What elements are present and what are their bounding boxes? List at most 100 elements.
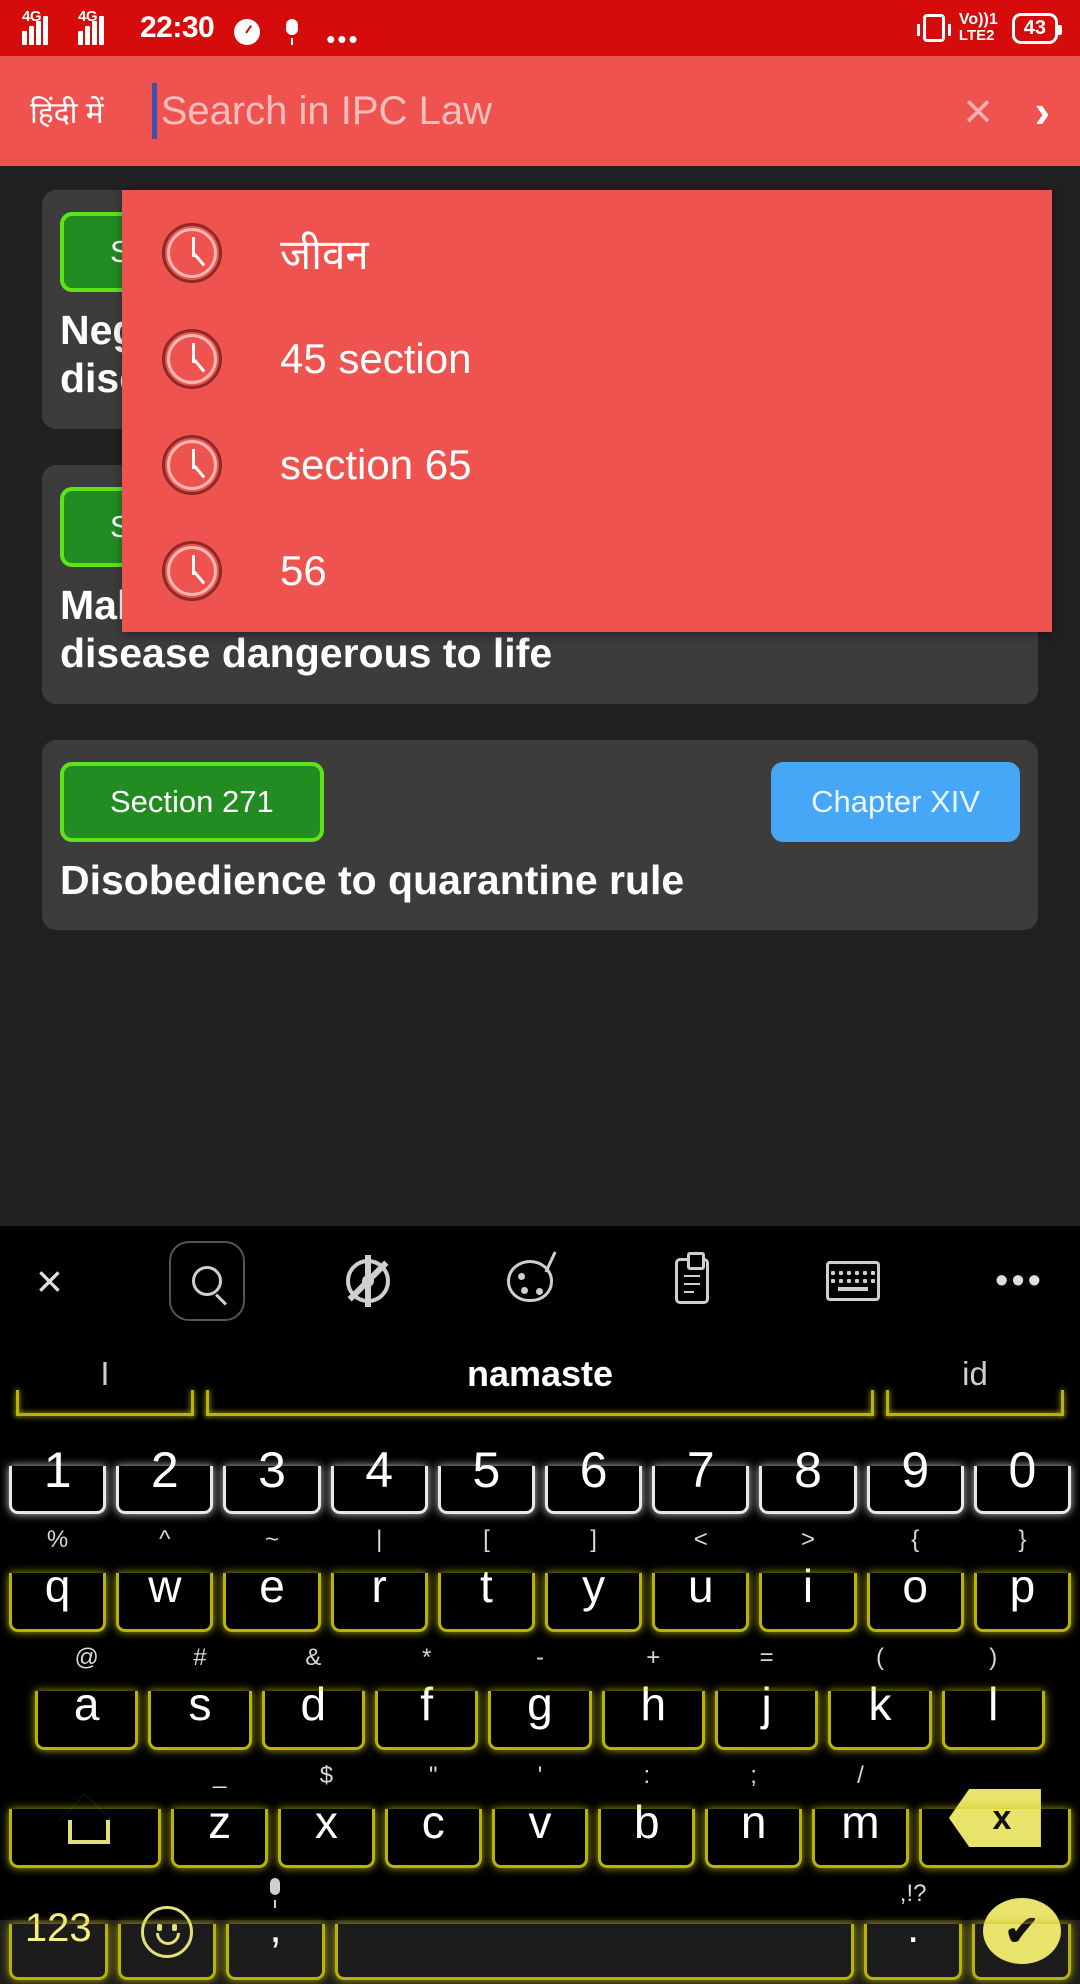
key-2[interactable]: 2 <box>114 1426 215 1514</box>
key-t[interactable]: [t <box>436 1522 537 1632</box>
key-h[interactable]: + h <box>600 1640 707 1750</box>
check-icon: ✔ <box>982 1898 1061 1964</box>
key-w[interactable]: ^ w <box>114 1522 215 1632</box>
emoji-key[interactable] <box>116 1876 219 1980</box>
key-z[interactable]: _ z <box>169 1758 270 1868</box>
key-label: f <box>420 1678 434 1730</box>
key-label: o <box>902 1560 929 1612</box>
more-icon: ••• <box>995 1260 1044 1302</box>
key-0[interactable]: 0 <box>972 1426 1073 1514</box>
shift-icon <box>56 1794 114 1844</box>
key-label: 8 <box>794 1442 822 1498</box>
suggestion-chip-selected[interactable]: namaste <box>206 1336 874 1422</box>
search-input[interactable]: Search in IPC Law <box>161 89 492 134</box>
keyboard-search-button[interactable] <box>126 1241 288 1321</box>
key-i[interactable]: > i <box>757 1522 858 1632</box>
suggestion-item[interactable]: 56 <box>122 518 1052 624</box>
suggestion-item[interactable]: section 65 <box>122 412 1052 518</box>
enter-key[interactable]: ✔ <box>970 1876 1073 1980</box>
backspace-key[interactable]: x <box>917 1758 1073 1868</box>
key-f[interactable]: * f <box>373 1640 480 1750</box>
history-clock-icon <box>162 435 222 495</box>
key-v[interactable]: ' v <box>490 1758 591 1868</box>
suggestion-item[interactable]: जीवन <box>122 200 1052 306</box>
battery-indicator: 43 <box>1011 12 1063 44</box>
keyboard-row-zxcv: _ z $ x " c ' v :b ; n / m x <box>0 1754 1080 1872</box>
keyboard-more-button[interactable]: ••• <box>934 1260 1044 1302</box>
key-a[interactable]: @ a <box>33 1640 140 1750</box>
key-b[interactable]: :b <box>596 1758 697 1868</box>
key-sup-label: < <box>693 1526 708 1553</box>
key-x[interactable]: $ x <box>276 1758 377 1868</box>
key-q[interactable]: % q <box>7 1522 108 1632</box>
key-7[interactable]: 7 <box>650 1426 751 1514</box>
key-6[interactable]: 6 <box>543 1426 644 1514</box>
key-label: u <box>688 1560 714 1612</box>
signal-bars-sim1-icon: 4G <box>22 8 68 45</box>
submit-search-icon[interactable]: › <box>1035 88 1050 134</box>
key-g[interactable]: -g <box>486 1640 593 1750</box>
key-9[interactable]: 9 <box>865 1426 966 1514</box>
key-c[interactable]: " c <box>383 1758 484 1868</box>
suggestion-chip[interactable]: I <box>16 1336 194 1422</box>
language-toggle-button[interactable]: हिंदी में <box>30 91 104 132</box>
key-4[interactable]: 4 <box>329 1426 430 1514</box>
keyboard-suggestion-strip: I namaste id <box>0 1336 1080 1422</box>
key-label: t <box>480 1560 493 1612</box>
key-l[interactable]: ) l <box>940 1640 1047 1750</box>
key-sup-label: ] <box>590 1526 597 1553</box>
key-r[interactable]: | r <box>329 1522 430 1632</box>
key-k[interactable]: (k <box>826 1640 933 1750</box>
keyboard-settings-button[interactable] <box>288 1255 450 1307</box>
result-card[interactable]: Section 271 Chapter XIV Disobedience to … <box>42 739 1038 930</box>
network-type-sim2-label: 4G <box>78 8 98 25</box>
keyboard-clipboard-button[interactable] <box>611 1252 773 1304</box>
key-e[interactable]: ~ e <box>221 1522 322 1632</box>
keyboard-layout-button[interactable] <box>772 1261 934 1301</box>
suggestion-item[interactable]: 45 section <box>122 306 1052 412</box>
key-y[interactable]: ] y <box>543 1522 644 1632</box>
shift-key[interactable] <box>7 1758 163 1868</box>
key-1[interactable]: 1 <box>7 1426 108 1514</box>
key-label: j <box>761 1678 772 1730</box>
key-o[interactable]: {o <box>865 1522 966 1632</box>
comma-key[interactable]: , <box>224 1876 327 1980</box>
key-m[interactable]: / m <box>810 1758 911 1868</box>
key-3[interactable]: 3 <box>221 1426 322 1514</box>
numeric-mode-key[interactable]: 123 <box>7 1876 110 1980</box>
key-label: l <box>988 1678 999 1730</box>
clear-icon[interactable]: × <box>963 86 992 136</box>
suggestion-label: 45 section <box>280 335 472 382</box>
keyboard-row-qwerty: % q ^ w ~ e | r [t ] y < u > i {o } p <box>0 1518 1080 1636</box>
key-label: 0 <box>1008 1442 1037 1498</box>
chapter-badge[interactable]: Chapter XIV <box>771 761 1020 842</box>
key-d[interactable]: & d <box>260 1640 367 1750</box>
key-j[interactable]: = j <box>713 1640 820 1750</box>
period-key[interactable]: ,!? . <box>862 1876 965 1980</box>
keyboard-close-button[interactable]: × <box>36 1258 126 1304</box>
key-label: p <box>1009 1560 1036 1612</box>
key-5[interactable]: 5 <box>436 1426 537 1514</box>
key-label: s <box>188 1678 212 1730</box>
space-key[interactable] <box>333 1876 856 1980</box>
key-sup-label: & <box>305 1644 322 1671</box>
key-n[interactable]: ; n <box>703 1758 804 1868</box>
keyboard-theme-button[interactable] <box>449 1251 611 1302</box>
status-bar-left: 4G 4G 22:30 ••• <box>22 8 360 52</box>
key-sup-label: $ <box>319 1762 334 1789</box>
search-field[interactable]: Search in IPC Law <box>151 83 922 139</box>
keyboard-row-numbers: 1 2 3 4 5 6 7 8 9 0 <box>0 1422 1080 1518</box>
search-suggestions-dropdown: जीवन 45 section section 65 56 <box>122 190 1052 632</box>
section-badge[interactable]: Section 271 <box>60 761 324 842</box>
key-sup-label: _ <box>212 1762 227 1789</box>
mic-icon <box>267 1878 283 1908</box>
network-type-sim1-label: 4G <box>22 8 42 25</box>
key-sup-label: @ <box>74 1644 99 1671</box>
key-u[interactable]: < u <box>650 1522 751 1632</box>
key-label: k <box>868 1678 892 1730</box>
card-title: Disobedience to quarantine rule <box>60 856 685 903</box>
key-8[interactable]: 8 <box>757 1426 858 1514</box>
key-s[interactable]: # s <box>146 1640 253 1750</box>
key-p[interactable]: } p <box>972 1522 1073 1632</box>
suggestion-chip[interactable]: id <box>886 1336 1064 1422</box>
